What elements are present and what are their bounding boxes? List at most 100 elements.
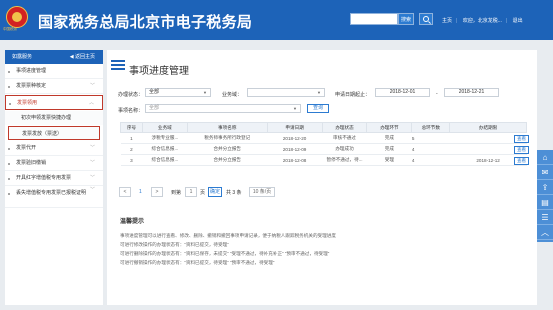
cell-name: 税务师事务所行政登记 — [187, 132, 268, 144]
cell-status: 办理成功 — [322, 143, 367, 155]
status-select[interactable]: 全部 ▼ — [145, 88, 211, 97]
sidebar-item-invoice-issue[interactable]: 发票代开 ﹀ — [5, 141, 103, 156]
chevron-down-icon: ﹀ — [89, 187, 95, 193]
sidebar-subitem-first-apply[interactable]: 初次申领发票快捷办理 — [5, 111, 103, 125]
view-button[interactable]: 查看 — [514, 135, 529, 143]
tax-emblem-icon — [6, 6, 28, 28]
search-input[interactable] — [350, 13, 398, 25]
floating-toolbar: ⌂ ✉ ⇪ ▤ ☰ ︿ — [537, 150, 553, 242]
sidebar-item-invoice-cancel[interactable]: 发票验旧缴销 ﹀ — [5, 156, 103, 171]
search-icon[interactable] — [419, 13, 433, 25]
date-from-input[interactable]: 2018-12-01 — [375, 88, 430, 97]
cell-domain: 涉税专业服... — [142, 132, 188, 144]
sidebar-item-red-invoice[interactable]: 开具红字增值税专用发票 ﹀ — [5, 171, 103, 186]
table-header-row: 序号 业务域 事项名称 申请日期 办理状态 办理环节 总环节数 办结期限 — [120, 122, 527, 133]
tips-panel: 温馨提示 事项进度管理可以进行查看、修改、删除、撤销和撤回事项申请记录，便于纳税… — [120, 216, 540, 267]
tips-line: 可进行修改操作的办理状态有：“资料已提交，待受理” — [120, 242, 229, 247]
sidebar-subitem-invoice-delivery[interactable]: 发票发放（票送） — [8, 126, 100, 140]
chevron-down-icon: ▼ — [203, 90, 207, 95]
cell-name: 合并分立报告 — [187, 154, 268, 166]
item-select[interactable]: 全部 ▼ — [145, 104, 301, 113]
back-home-link[interactable]: ◀ 返回主页 — [70, 50, 95, 64]
logout-link[interactable]: 退出 — [513, 18, 523, 24]
view-button[interactable]: 查看 — [514, 157, 529, 165]
page-unit: 页 — [200, 190, 206, 196]
next-page-button[interactable]: > — [151, 187, 163, 197]
chevron-down-icon: ﹀ — [89, 175, 95, 181]
date-to-input[interactable]: 2018-12-21 — [444, 88, 499, 97]
date-filter-label: 申请日期起止： — [335, 92, 371, 98]
column-header: 事项名称 — [186, 122, 268, 133]
progress-table: 序号 业务域 事项名称 申请日期 办理状态 办理环节 总环节数 办结期限 1 涉… — [120, 122, 527, 166]
sidebar-header: 如露服务 ◀ 返回主页 — [5, 50, 103, 64]
query-button[interactable]: 查询 — [307, 104, 329, 113]
top-header: 中国税务 国家税务总局北京市电子税务局 搜索 主页 | 欢迎，北京龙税... | 退… — [0, 0, 553, 40]
cell-domain: 综合信息报... — [142, 154, 188, 166]
prev-page-button[interactable]: < — [119, 187, 131, 197]
chat-icon[interactable]: ✉ — [537, 165, 553, 180]
cell-date: 2018-12-20 — [267, 132, 323, 144]
confirm-page-button[interactable]: 确定 — [208, 187, 222, 197]
column-header: 办理状态 — [321, 122, 368, 133]
date-separator: - — [436, 91, 438, 97]
per-page-select[interactable]: 10 条/页 — [249, 187, 275, 197]
tips-title: 温馨提示 — [120, 219, 145, 225]
sidebar-item-progress[interactable]: 事项进度管理 — [5, 64, 103, 79]
current-page[interactable]: 1 — [139, 189, 142, 195]
chevron-down-icon: ﹀ — [89, 145, 95, 151]
tips-line: 可进行撤销操作的办理状态有：“资料已提交，待受理” “预审不通过，待受理” — [120, 260, 275, 265]
chevron-down-icon: ﹀ — [89, 83, 95, 89]
column-header: 办理环节 — [366, 122, 413, 133]
column-header: 业务域 — [141, 122, 188, 133]
search-button[interactable]: 搜索 — [398, 13, 414, 25]
list-icon[interactable]: ☰ — [537, 210, 553, 225]
page-title: 事项进度管理 — [129, 66, 189, 77]
doc-icon[interactable]: ▤ — [537, 195, 553, 210]
item-filter-label: 事项名称： — [118, 108, 144, 114]
chevron-down-icon: ﹀ — [89, 160, 95, 166]
main-panel: 事项进度管理 办理状态： 全部 ▼ 业务域： ▼ 申请日期起止： 2018-12-… — [107, 50, 537, 305]
cell-total: 4 — [411, 154, 450, 166]
total-count: 共 3 条 — [226, 190, 242, 196]
cell-no: 1 — [120, 132, 143, 144]
chevron-down-icon: ▼ — [293, 106, 297, 111]
table-row: 1 涉税专业服... 税务师事务所行政登记 2018-12-20 审核不通过 完… — [120, 132, 527, 144]
share-icon[interactable]: ⇪ — [537, 180, 553, 195]
cell-step: 受理 — [366, 154, 412, 166]
cell-status: 暂停不通过，待... — [322, 154, 367, 166]
cell-name: 合并分立报告 — [187, 143, 268, 155]
tips-line: 可进行删除操作的办理状态有：“资料已保存，未提交” “受理不通过，待补充补正” … — [120, 251, 330, 256]
header-links: 主页 | 欢迎，北京龙税... | 退出 — [442, 18, 523, 24]
sidebar: 如露服务 ◀ 返回主页 事项进度管理 发票票种核定 ﹀ 发票领用 ︿ 初次申领发票快… — [5, 50, 103, 305]
user-welcome-link[interactable]: 欢迎，北京龙税... — [463, 18, 502, 24]
view-button[interactable]: 查看 — [514, 146, 529, 154]
home-icon[interactable]: ⌂ — [537, 150, 553, 165]
cell-domain: 综合信息报... — [142, 143, 188, 155]
sidebar-item-invoice-use[interactable]: 发票领用 ︿ — [5, 95, 103, 110]
tips-line: 事项进度管理可以进行查看、修改、删除、撤销和撤回事项申请记录，便于纳税人跟踪税务… — [120, 233, 336, 238]
goto-page-input[interactable]: 1 — [185, 187, 197, 197]
sidebar-item-lost-invoice[interactable]: 丢失增值税专用发票已报税证明 ﹀ — [5, 186, 103, 208]
cell-date: 2018-12-08 — [267, 154, 323, 166]
list-icon — [111, 60, 125, 72]
cell-step: 完成 — [366, 143, 412, 155]
sidebar-title: 如露服务 — [12, 54, 33, 60]
goto-label: 到第 — [171, 190, 182, 196]
cell-total: 4 — [411, 143, 450, 155]
cell-no: 3 — [120, 154, 143, 166]
status-filter-label: 办理状态： — [118, 92, 144, 98]
chevron-down-icon: ▼ — [317, 90, 321, 95]
sidebar-item-invoice-type[interactable]: 发票票种核定 ﹀ — [5, 79, 103, 94]
column-header: 总环节数 — [411, 122, 451, 133]
domain-select[interactable]: ▼ — [247, 88, 325, 97]
cell-status: 审核不通过 — [322, 132, 367, 144]
top-icon[interactable]: ︿ — [537, 225, 553, 240]
table-row: 3 综合信息报... 合并分立报告 2018-12-08 暂停不通过，待... … — [120, 154, 527, 166]
column-header: 序号 — [120, 122, 143, 133]
domain-filter-label: 业务域： — [222, 92, 243, 98]
table-row: 2 综合信息报... 合并分立报告 2018-12-09 办理成功 完成 4 — [120, 143, 527, 155]
cell-date: 2018-12-09 — [267, 143, 323, 155]
home-link[interactable]: 主页 — [442, 18, 452, 24]
site-title: 国家税务总局北京市电子税务局 — [38, 13, 253, 31]
column-header: 办结期限 — [449, 122, 527, 133]
